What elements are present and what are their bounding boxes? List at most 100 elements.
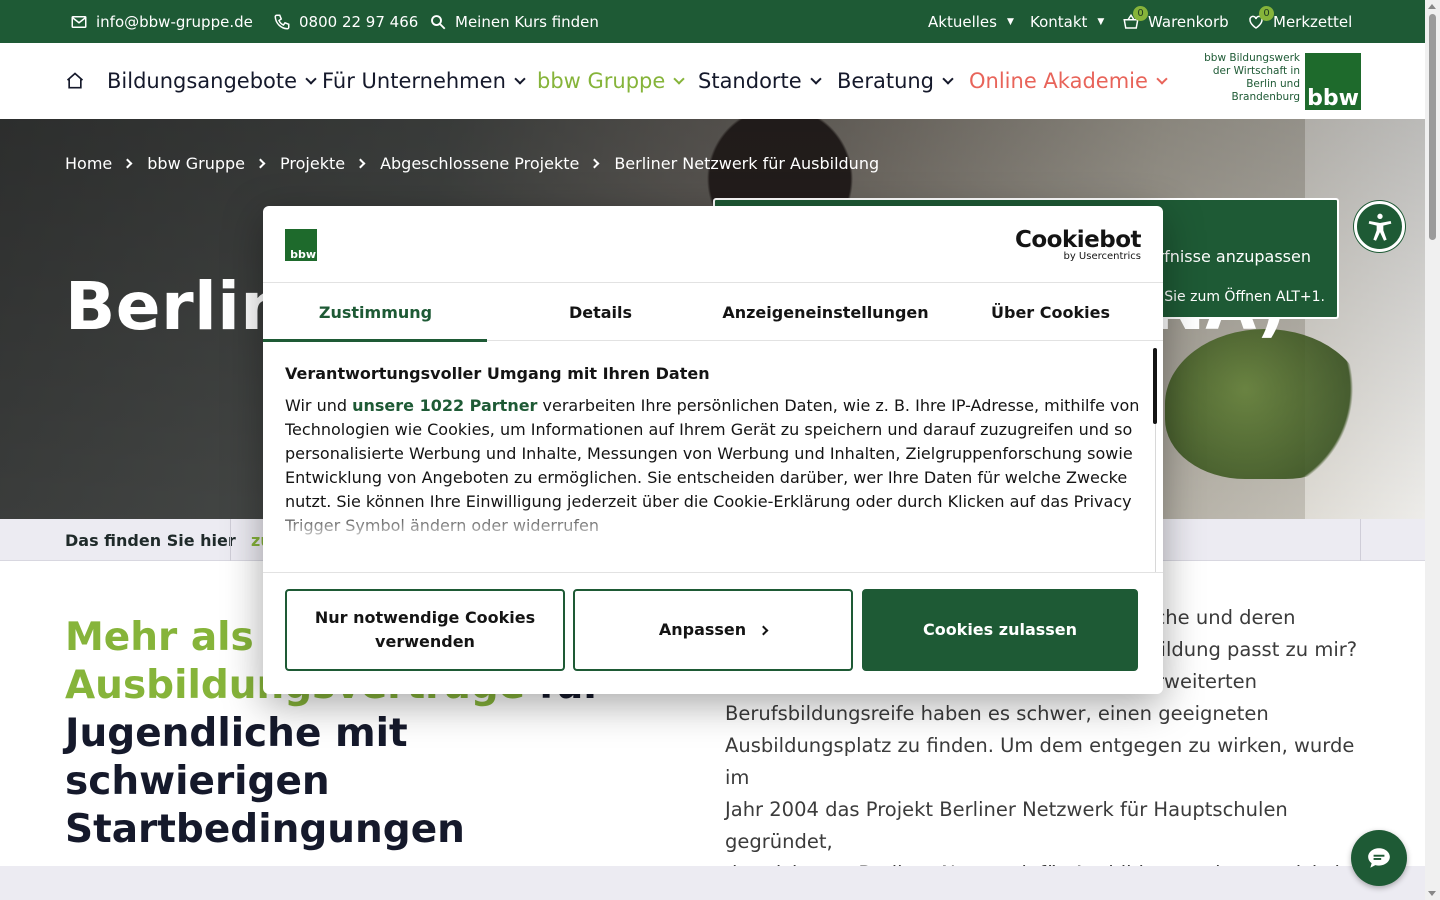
chevron-down-icon <box>1156 73 1168 85</box>
dialog-heading: Verantwortungsvoller Umgang mit Ihren Da… <box>285 364 710 383</box>
tab-details[interactable]: Details <box>488 283 713 341</box>
nav-standorte[interactable]: Standorte <box>698 43 822 119</box>
text-fade <box>285 506 1145 542</box>
paragraph-line: Berufsbildungsreife haben es schwer, ein… <box>725 702 1269 725</box>
chat-icon <box>1368 848 1390 868</box>
logo-line: Berlin und Brandenburg <box>1231 78 1300 103</box>
nav-bildungsangebote[interactable]: Bildungsangebote <box>107 43 317 119</box>
chevron-right-icon <box>122 158 133 169</box>
home-icon <box>66 72 84 89</box>
breadcrumb-item[interactable]: Home <box>65 154 112 173</box>
accessibility-icon <box>1368 213 1391 241</box>
nav-label: Standorte <box>698 69 802 93</box>
breadcrumb-item[interactable]: bbw Gruppe <box>147 154 245 173</box>
wishlist-label: Merkzettel <box>1273 12 1353 31</box>
allow-cookies-button[interactable]: Cookies zulassen <box>862 589 1138 671</box>
paragraph-line: Ausbildungsplatz zu finden. Um dem entge… <box>725 734 1355 789</box>
news-menu[interactable]: Aktuelles ▼ <box>928 0 1014 43</box>
dialog-scroll-thumb[interactable] <box>1153 348 1157 424</box>
nav-bbw-gruppe[interactable]: bbw Gruppe <box>537 43 685 119</box>
find-course-text: Meinen Kurs finden <box>455 12 599 31</box>
contact-label: Kontakt <box>1030 12 1088 31</box>
wishlist-count-badge: 0 <box>1259 6 1274 21</box>
headline-green: Mehr als 2 <box>65 615 295 660</box>
phone-icon <box>274 14 290 30</box>
bbw-logo: bbw <box>285 229 317 261</box>
news-label: Aktuelles <box>928 12 997 31</box>
logo-wordmark[interactable]: bbw Bildungswerk der Wirtschaft in Berli… <box>1180 52 1300 104</box>
dialog-header: bbw Cookiebot by Usercentrics <box>263 206 1163 283</box>
breadcrumb-item[interactable]: Abgeschlossene Projekte <box>380 154 579 173</box>
cookiebot-name: Cookiebot <box>1014 227 1142 253</box>
chevron-down-icon <box>673 73 685 85</box>
chevron-right-icon <box>589 158 600 169</box>
nav-online-akademie[interactable]: Online Akademie <box>969 43 1168 119</box>
tab-about-cookies[interactable]: Über Cookies <box>938 283 1163 341</box>
scrollbar-thumb[interactable] <box>1429 14 1436 240</box>
text-segment: Wir und <box>285 396 353 415</box>
on-page-nav-label: Das finden Sie hier <box>65 530 236 550</box>
breadcrumb-item[interactable]: Projekte <box>280 154 345 173</box>
contact-menu[interactable]: Kontakt ▼ <box>1030 0 1104 43</box>
email-text: info@bbw-gruppe.de <box>96 12 253 31</box>
paragraph-line: Jahr 2004 das Projekt Berliner Netzwerk … <box>725 798 1288 853</box>
chevron-down-icon <box>942 73 954 85</box>
breadcrumb-current: Berliner Netzwerk für Ausbildung <box>614 154 880 173</box>
chevron-right-icon <box>255 158 266 169</box>
tooltip-line: Sie zum Öffnen ALT+1. <box>1164 289 1325 305</box>
tab-consent[interactable]: Zustimmung <box>263 283 488 342</box>
logo-line: bbw Bildungswerk <box>1204 52 1300 64</box>
button-label-line: verwenden <box>375 632 475 651</box>
button-label: Anpassen <box>658 620 747 639</box>
breadcrumb: Home bbw Gruppe Projekte Abgeschlossene … <box>65 154 879 173</box>
partners-link[interactable]: unsere 1022 Partner <box>352 396 537 415</box>
cart-count-badge: 0 <box>1133 6 1148 21</box>
mail-icon <box>71 15 87 28</box>
cookiebot-byline: by Usercentrics <box>1063 251 1141 262</box>
headline-dark: Jugendliche mit schwierigen <box>65 711 408 804</box>
chat-button[interactable] <box>1351 830 1407 886</box>
nav-fuer-unternehmen[interactable]: Für Unternehmen <box>322 43 526 119</box>
cookie-consent-dialog: bbw Cookiebot by Usercentrics Zustimmung… <box>263 206 1163 694</box>
logo-mark[interactable]: bbw <box>1305 53 1361 110</box>
cookiebot-logo[interactable]: Cookiebot by Usercentrics <box>1014 227 1142 262</box>
chevron-down-icon <box>305 73 317 85</box>
nav-beratung[interactable]: Beratung <box>837 43 954 119</box>
phone-text: 0800 22 97 466 <box>299 12 419 31</box>
chevron-down-icon <box>514 73 526 85</box>
dialog-scroll-track <box>1155 424 1156 572</box>
chevron-down-icon <box>810 73 822 85</box>
cart-label: Warenkorb <box>1148 12 1229 31</box>
chevron-right-icon <box>758 625 769 635</box>
email-link[interactable]: info@bbw-gruppe.de <box>70 0 253 43</box>
phone-link[interactable]: 0800 22 97 466 <box>273 0 418 43</box>
scroll-down-icon[interactable] <box>1428 891 1436 896</box>
button-label-line: Nur notwendige Cookies <box>314 608 536 627</box>
nav-label: Online Akademie <box>969 69 1148 93</box>
nav-label: Für Unternehmen <box>322 69 506 93</box>
customize-button[interactable]: Anpassen <box>573 589 853 671</box>
button-label: Nur notwendige Cookies verwenden <box>315 606 535 654</box>
next-section-band <box>0 866 1425 900</box>
page-scrollbar[interactable] <box>1425 0 1440 900</box>
divider <box>230 519 231 561</box>
dialog-tabs: Zustimmung Details Anzeigeneinstellungen… <box>263 283 1163 342</box>
logo-line: der Wirtschaft in <box>1212 65 1300 77</box>
headline-dark: Startbedingungen <box>65 807 465 852</box>
tab-ad-settings[interactable]: Anzeigeneinstellungen <box>713 283 938 341</box>
find-course-link[interactable]: Meinen Kurs finden <box>429 0 599 43</box>
divider <box>1360 519 1361 561</box>
page-title: Berlin <box>65 268 288 345</box>
nav-label: bbw Gruppe <box>537 69 666 93</box>
nav-label: Bildungsangebote <box>107 69 298 93</box>
necessary-cookies-button[interactable]: Nur notwendige Cookies verwenden <box>285 589 565 671</box>
top-utility-bar: info@bbw-gruppe.de 0800 22 97 466 Meinen… <box>0 0 1425 43</box>
nav-label: Beratung <box>837 69 935 93</box>
tooltip-line: rfnisse anzupassen <box>1157 247 1312 266</box>
scroll-up-icon[interactable] <box>1428 4 1436 9</box>
chevron-down-icon: ▼ <box>1097 16 1105 27</box>
accessibility-button[interactable] <box>1354 201 1405 252</box>
chevron-down-icon: ▼ <box>1006 16 1014 27</box>
search-icon <box>431 14 446 29</box>
home-link[interactable] <box>65 43 85 119</box>
